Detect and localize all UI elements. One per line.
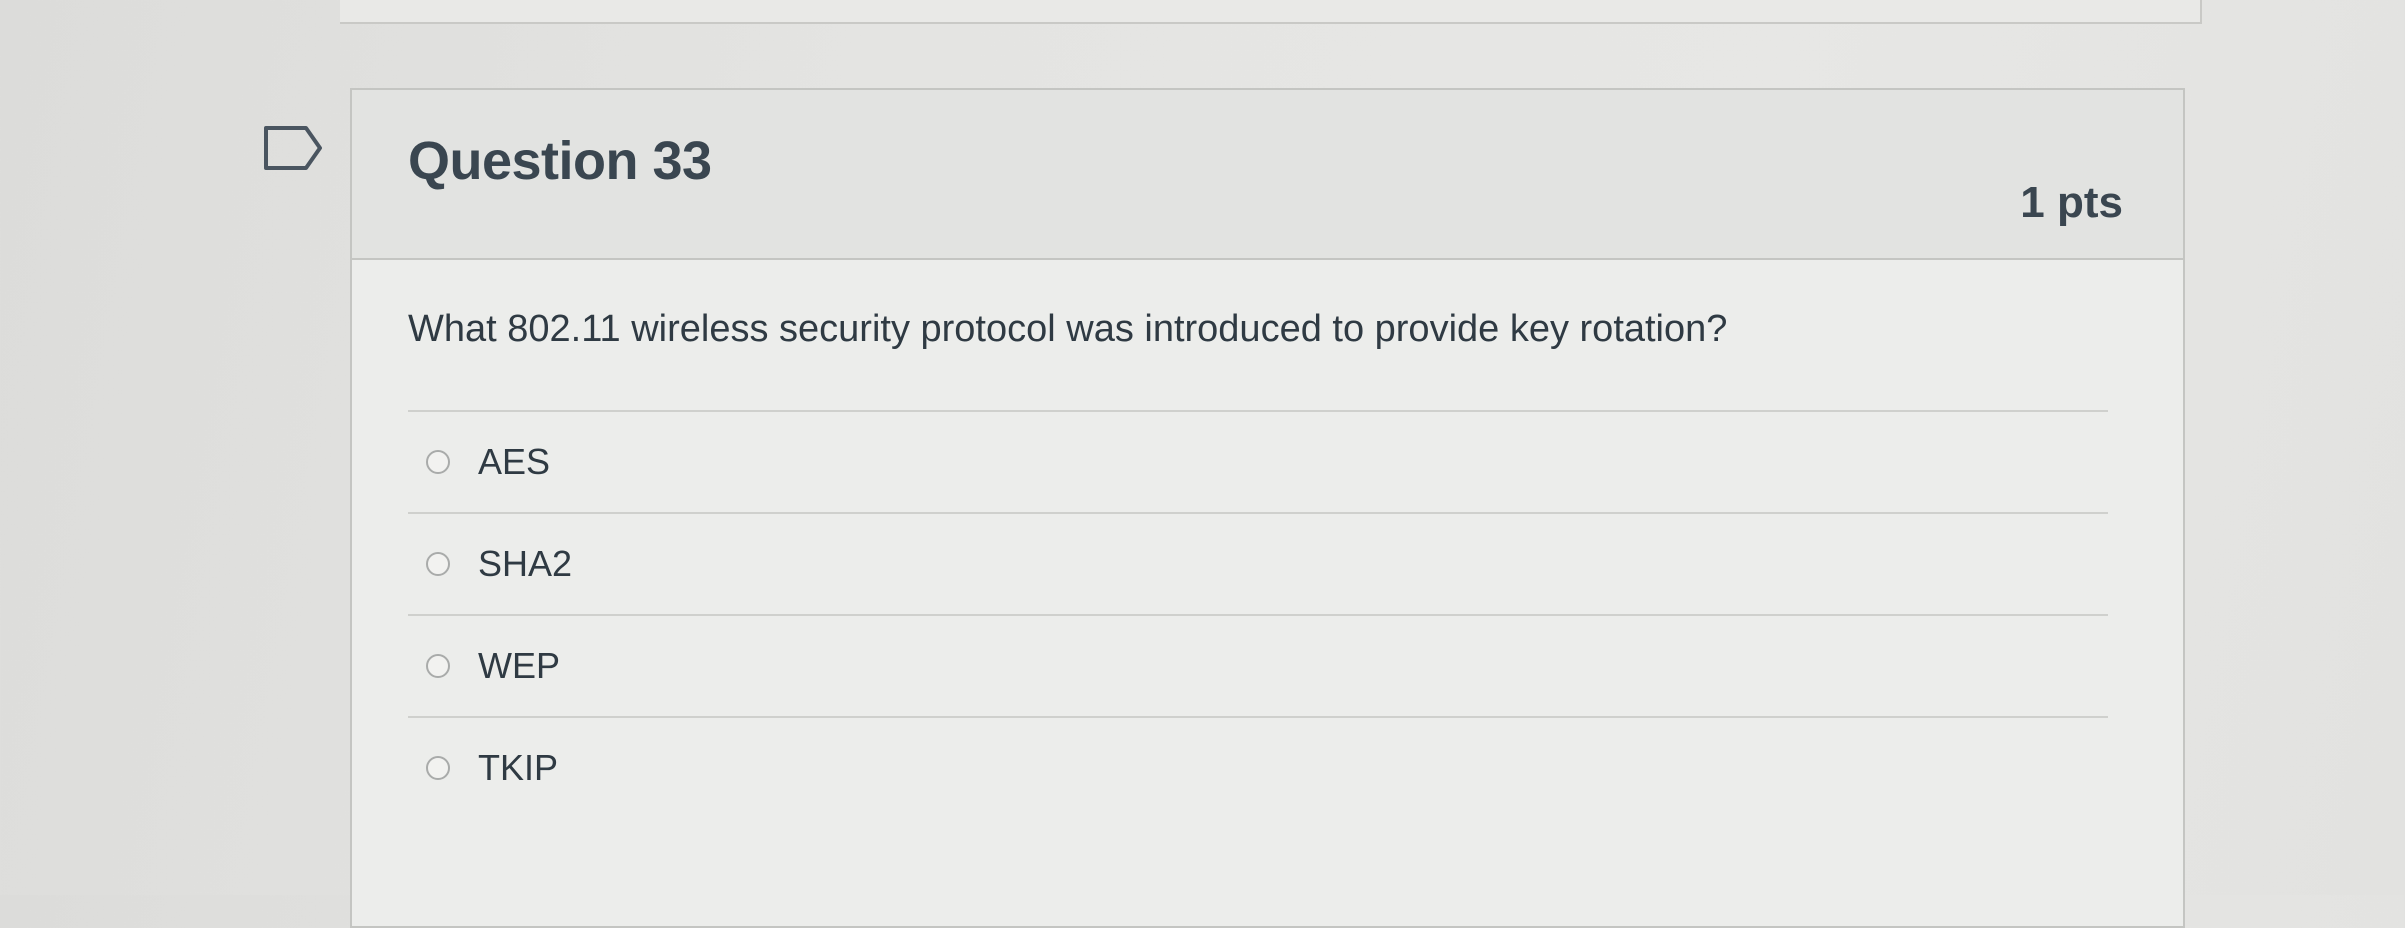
answer-option-aes[interactable]: AES (408, 412, 2108, 512)
question-points: 1 pts (2020, 178, 2123, 227)
question-text: What 802.11 wireless security protocol w… (408, 308, 1728, 350)
question-card: Question 33 1 pts What 802.11 wireless s… (350, 88, 2185, 928)
answer-option-tkip[interactable]: TKIP (408, 718, 2108, 818)
radio-button[interactable] (426, 756, 450, 780)
answer-label: SHA2 (478, 543, 573, 584)
question-header: Question 33 1 pts (352, 90, 2183, 260)
flag-question-icon[interactable] (262, 124, 324, 172)
answer-label: TKIP (478, 747, 559, 788)
answer-option-wep[interactable]: WEP (408, 616, 2108, 716)
answer-list: AES SHA2 WEP TKIP (408, 410, 2108, 818)
radio-button[interactable] (426, 552, 450, 576)
previous-question-card-edge (340, 0, 2202, 24)
answer-label: WEP (478, 645, 561, 686)
question-title: Question 33 (408, 131, 712, 191)
radio-button[interactable] (426, 450, 450, 474)
radio-button[interactable] (426, 654, 450, 678)
answer-label: AES (478, 441, 551, 482)
answer-option-sha2[interactable]: SHA2 (408, 514, 2108, 614)
